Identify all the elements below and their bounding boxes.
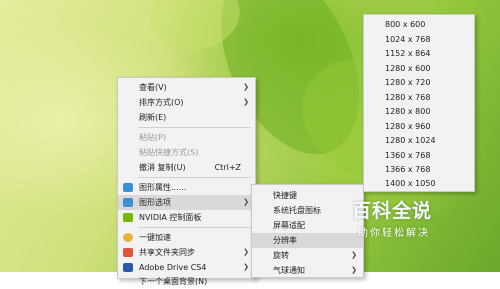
menu-item-shortcut: Ctrl+Z (214, 163, 241, 172)
intel-graphics-icon (123, 183, 133, 192)
resolution-option[interactable]: 1280 x 720 (364, 75, 474, 90)
menu-item-balloon-notifications[interactable]: 气球通知 ❯ (252, 263, 363, 278)
resolution-label: 1366 x 768 (385, 165, 431, 174)
menu-separator (138, 127, 251, 128)
watermark: 百科全说 助你轻松解决 (352, 196, 472, 248)
menu-item-screen-fit[interactable]: 屏幕适配 (252, 218, 363, 233)
menu-item-label: 分辨率 (273, 236, 297, 245)
menu-item-label: Adobe Drive CS4 (139, 263, 207, 272)
resolution-option[interactable]: 1366 x 768 (364, 162, 474, 177)
menu-item-label: 一键加速 (139, 233, 171, 242)
resolution-label: 1280 x 800 (385, 107, 431, 116)
menu-item-label: 图形选项 (139, 198, 171, 207)
graphics-options-submenu: 快捷键 系统托盘图标 屏幕适配 分辨率 旋转 ❯ 气球通知 ❯ (251, 184, 364, 278)
menu-item-label: 撤消 复制(U) (139, 163, 186, 172)
chevron-right-icon: ❯ (243, 263, 249, 271)
resolution-label: 1280 x 1024 (385, 136, 436, 145)
resolution-label: 1280 x 960 (385, 122, 431, 131)
menu-item-label: 快捷键 (273, 191, 297, 200)
watermark-title: 百科全说 (352, 200, 433, 222)
menu-item-label: 刷新(E) (139, 113, 167, 122)
menu-item-tray-icon[interactable]: 系统托盘图标 (252, 203, 363, 218)
resolution-label: 1152 x 864 (385, 49, 431, 58)
menu-item-sort-by[interactable]: 排序方式(O) ❯ (118, 95, 255, 110)
menu-item-adobe-drive[interactable]: Adobe Drive CS4 ❯ (118, 260, 255, 275)
resolution-option[interactable]: 1280 x 800 (364, 104, 474, 119)
resolution-label: 1400 x 1050 (385, 179, 436, 188)
resolution-option[interactable]: 800 x 600 (364, 17, 474, 32)
menu-item-one-click-boost[interactable]: 一键加速 (118, 230, 255, 245)
chevron-right-icon: ❯ (351, 251, 357, 259)
menu-separator (138, 227, 251, 228)
resolution-option[interactable]: 1152 x 864 (364, 46, 474, 61)
resolution-label: 1024 x 768 (385, 35, 431, 44)
resolution-option[interactable]: 1280 x 600 (364, 61, 474, 76)
menu-item-graphics-properties[interactable]: 图形属性...... (118, 180, 255, 195)
menu-item-label: 排序方式(O) (139, 98, 184, 107)
menu-item-paste[interactable]: 粘贴(P) (118, 130, 255, 145)
resolution-option[interactable]: 1360 x 768 (364, 148, 474, 163)
chevron-right-icon: ❯ (243, 248, 249, 256)
menu-separator (138, 177, 251, 178)
chevron-right-icon: ❯ (243, 98, 249, 106)
chevron-right-icon: ❯ (351, 266, 357, 274)
menu-item-label: 屏幕适配 (273, 221, 305, 230)
menu-item-label: 系统托盘图标 (273, 206, 321, 215)
resolution-option[interactable]: 1280 x 1024 (364, 133, 474, 148)
desktop-context-menu: 查看(V) ❯ 排序方式(O) ❯ 刷新(E) 粘贴(P) 粘贴快捷方式(S) … (117, 77, 256, 286)
menu-item-label: 查看(V) (139, 83, 167, 92)
menu-item-label: 粘贴(P) (139, 133, 167, 142)
menu-item-label: 共享文件夹同步 (139, 248, 195, 257)
menu-item-label: 旋转 (273, 251, 289, 260)
nvidia-icon (123, 213, 133, 222)
menu-item-label: 下一个桌面背景(N) (139, 277, 208, 286)
menu-item-refresh[interactable]: 刷新(E) (118, 110, 255, 125)
resolution-option[interactable]: 1024 x 768 (364, 32, 474, 47)
menu-item-nvidia-control-panel[interactable]: NVIDIA 控制面板 (118, 210, 255, 225)
sync-icon (123, 248, 133, 257)
menu-item-label: 图形属性...... (139, 183, 187, 192)
menu-item-resolution[interactable]: 分辨率 (252, 233, 363, 248)
menu-item-label: 气球通知 (273, 266, 305, 275)
menu-item-graphics-options[interactable]: 图形选项 ❯ (118, 195, 255, 210)
menu-item-rotation[interactable]: 旋转 ❯ (252, 248, 363, 263)
resolution-label: 1360 x 768 (385, 151, 431, 160)
resolution-label: 800 x 600 (385, 20, 426, 29)
menu-item-paste-shortcut[interactable]: 粘贴快捷方式(S) (118, 145, 255, 160)
menu-item-label: 粘贴快捷方式(S) (139, 148, 199, 157)
resolution-label: 1280 x 768 (385, 93, 431, 102)
menu-item-shared-folder-sync[interactable]: 共享文件夹同步 ❯ (118, 245, 255, 260)
adobe-drive-icon (123, 263, 133, 272)
resolution-label: 1280 x 600 (385, 64, 431, 73)
watermark-subtitle: 助你轻松解决 (358, 228, 430, 239)
menu-item-undo-copy[interactable]: 撤消 复制(U) Ctrl+Z (118, 160, 255, 175)
menu-item-label: NVIDIA 控制面板 (139, 213, 202, 222)
menu-item-hotkeys[interactable]: 快捷键 (252, 188, 363, 203)
resolution-option[interactable]: 1400 x 1050 (364, 176, 474, 191)
chevron-right-icon: ❯ (243, 198, 249, 206)
resolution-submenu: 800 x 600 1024 x 768 1152 x 864 1280 x 6… (363, 14, 475, 192)
intel-graphics-icon (123, 198, 133, 207)
boost-icon (123, 233, 133, 242)
resolution-option[interactable]: 1280 x 960 (364, 119, 474, 134)
chevron-right-icon: ❯ (243, 83, 249, 91)
menu-item-view[interactable]: 查看(V) ❯ (118, 80, 255, 95)
resolution-label: 1280 x 720 (385, 78, 431, 87)
menu-item-next-desktop-background[interactable]: 下一个桌面背景(N) (118, 274, 255, 289)
resolution-option[interactable]: 1280 x 768 (364, 90, 474, 105)
